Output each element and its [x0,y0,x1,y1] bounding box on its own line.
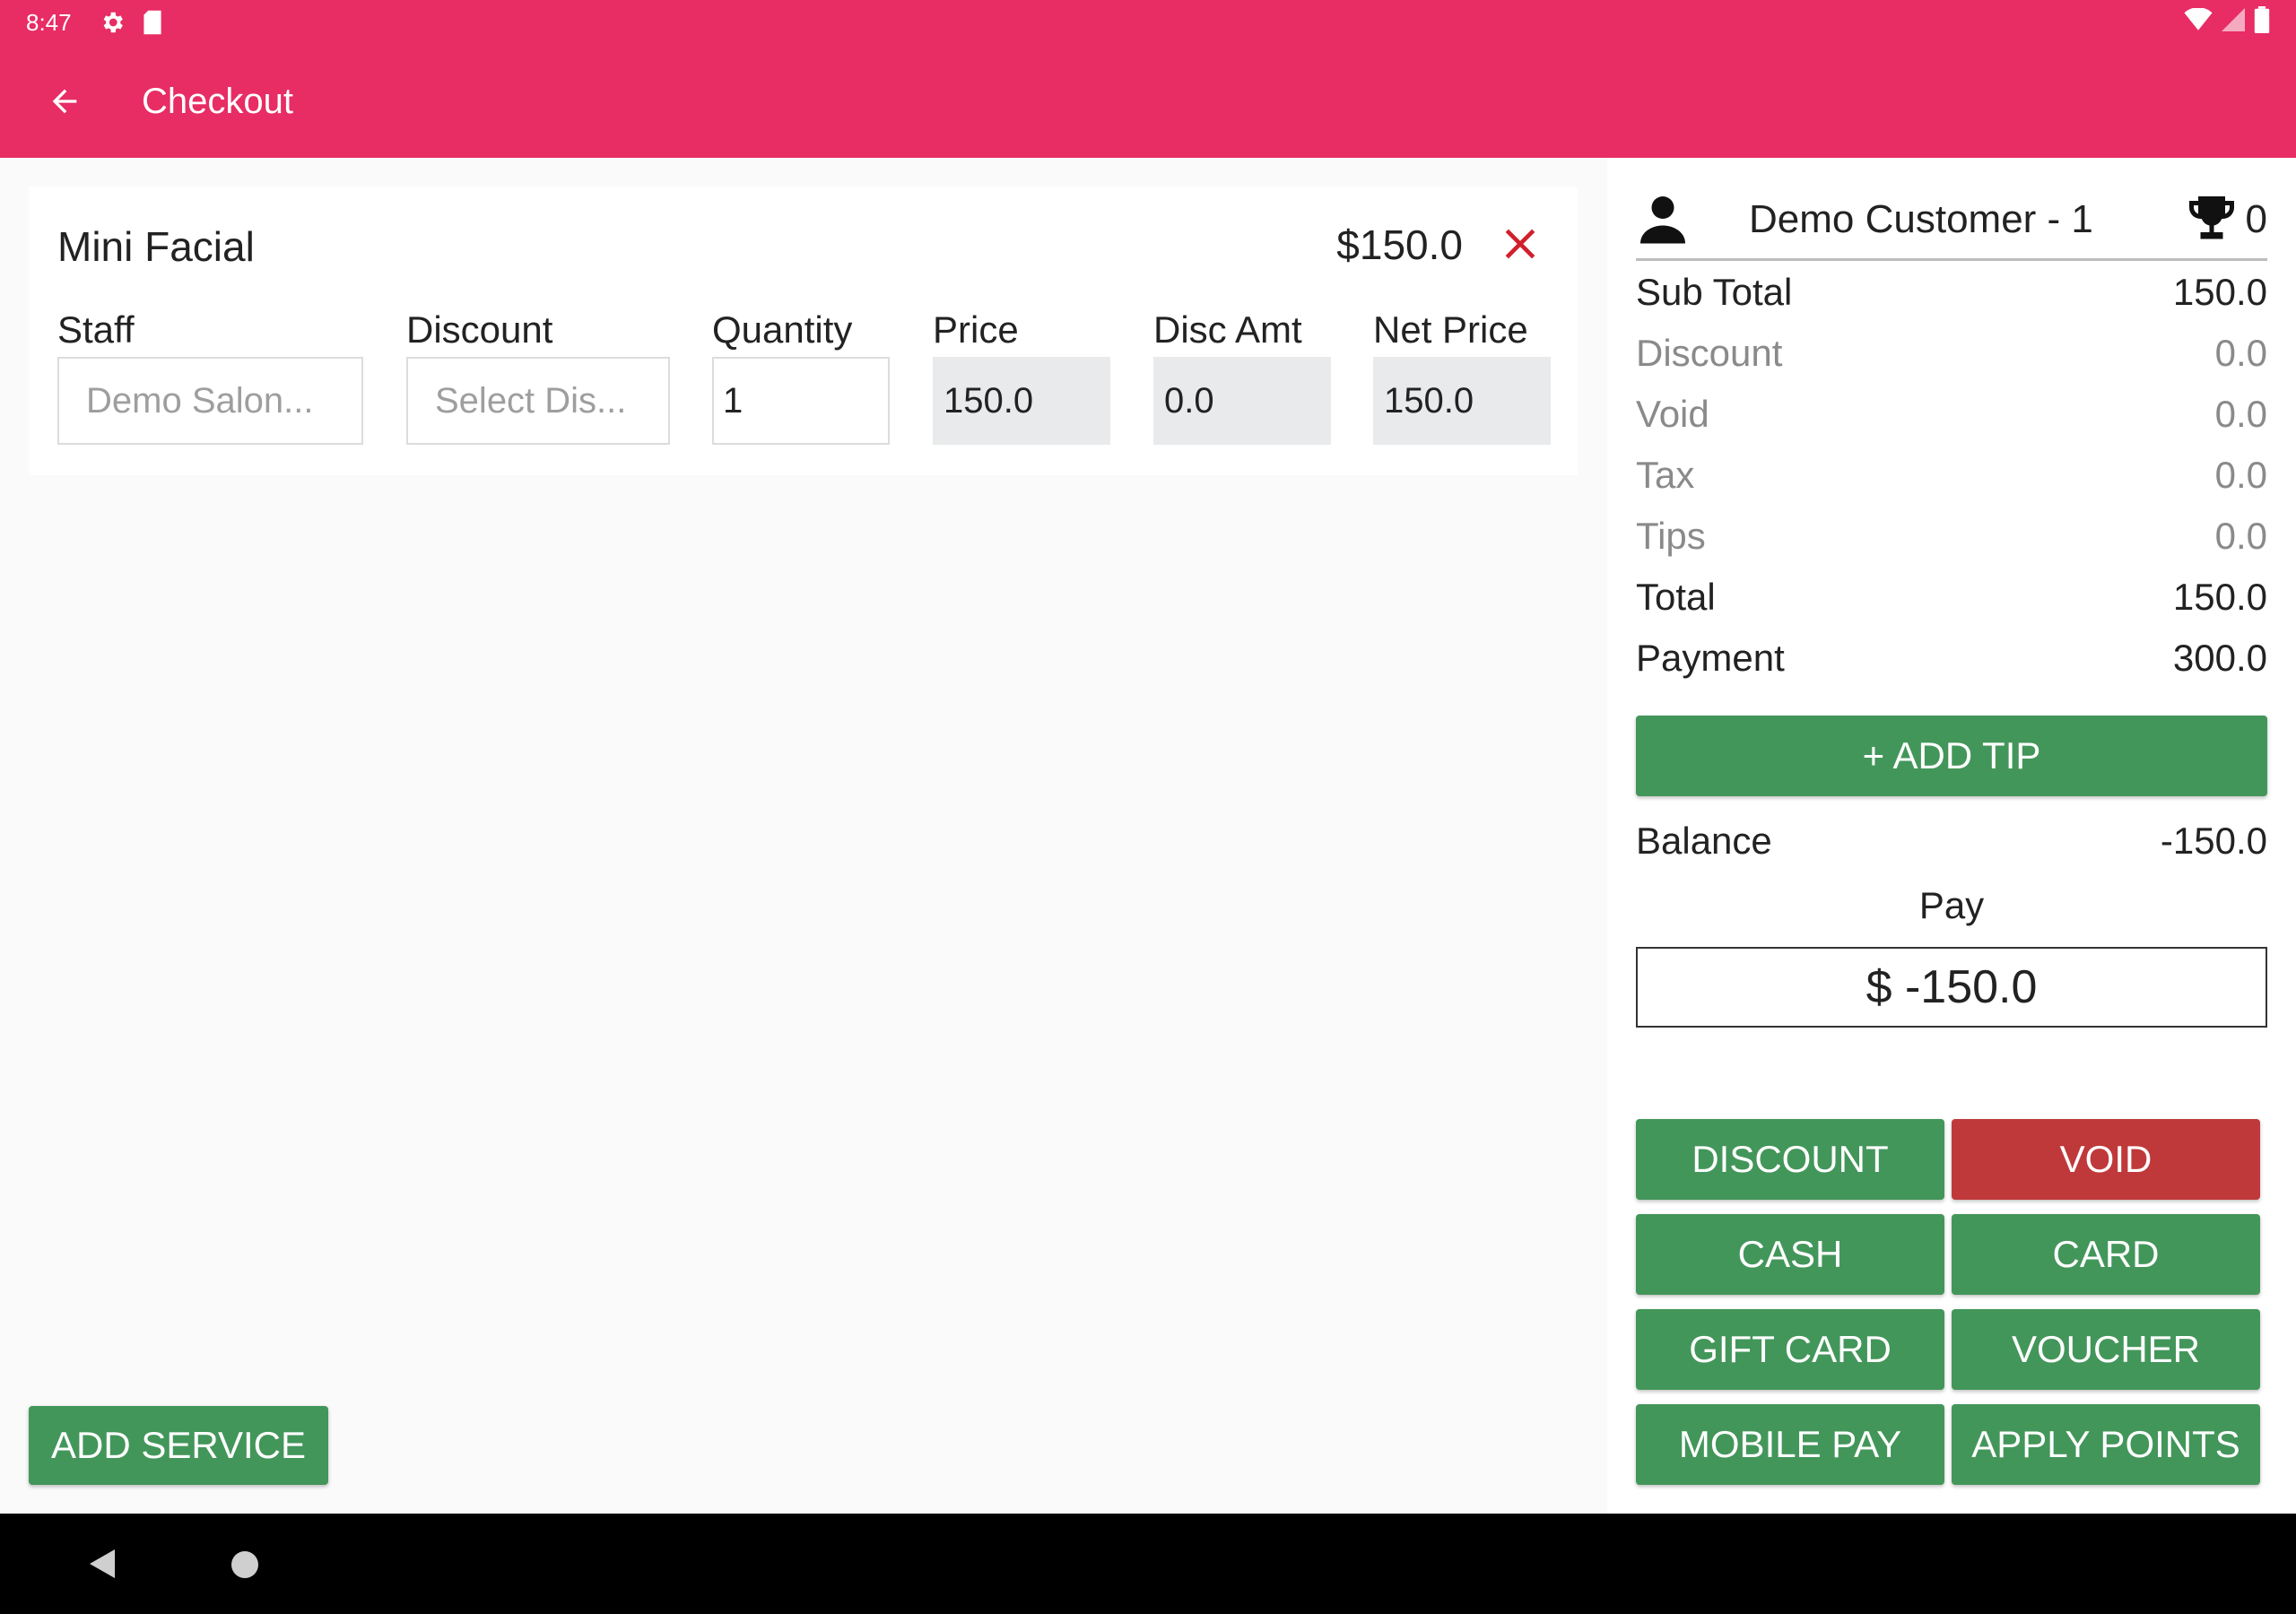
nav-home-button[interactable] [231,1551,258,1578]
apply-points-button[interactable]: APPLY POINTS [1952,1404,2260,1485]
tips-label: Tips [1636,515,1706,557]
payment-row: Payment 300.0 [1636,637,2267,690]
service-price: $150.0 [1336,221,1463,268]
sd-card-icon [142,9,163,36]
balance-row: Balance -150.0 [1636,820,2267,873]
total-label: Total [1636,576,1716,618]
disc-amt-label: Disc Amt [1153,308,1302,351]
add-tip-button[interactable]: + ADD TIP [1636,716,2267,796]
disc-amt-field: 0.0 [1153,357,1331,445]
void-button[interactable]: VOID [1952,1119,2260,1200]
gift-card-button[interactable]: GIFT CARD [1636,1309,1944,1390]
payment-value: 300.0 [2172,637,2267,679]
add-service-button[interactable]: ADD SERVICE [29,1406,328,1485]
checkout-screen: 8:47 Checkout Mini Facial $150.0 Staff D… [0,0,2296,1614]
remove-service-button[interactable] [1495,219,1545,269]
mobile-pay-button[interactable]: MOBILE PAY [1636,1404,1944,1485]
voucher-button[interactable]: VOUCHER [1952,1309,2260,1390]
divider [1636,258,2267,261]
app-bar: Checkout [0,45,2296,158]
service-list-pane: Mini Facial $150.0 Staff Discount Quanti… [0,158,1605,1514]
page-title: Checkout [142,81,293,121]
discount-row: Discount 0.0 [1636,332,2267,386]
void-label: Void [1636,393,1709,435]
discount-label: Discount [406,308,553,351]
discount-summary-label: Discount [1636,332,1783,374]
void-row: Void 0.0 [1636,393,2267,447]
net-price-label: Net Price [1373,308,1528,351]
service-name: Mini Facial [57,223,255,270]
pay-label: Pay [1918,884,1985,926]
arrow-back-icon [52,89,77,114]
total-row: Total 150.0 [1636,576,2267,629]
status-bar: 8:47 [0,0,2296,45]
tax-label: Tax [1636,454,1695,496]
customer-name: Demo Customer - 1 [1749,197,2093,241]
price-label: Price [933,308,1019,351]
settings-icon [99,9,126,36]
tips-row: Tips 0.0 [1636,515,2267,568]
sub-total-label: Sub Total [1636,271,1793,313]
discount-value: 0.0 [2214,332,2267,374]
price-field: 150.0 [933,357,1110,445]
service-card: Mini Facial $150.0 Staff Discount Quanti… [29,187,1578,475]
tax-row: Tax 0.0 [1636,454,2267,508]
pay-amount-input[interactable]: $ -150.0 [1636,947,2267,1028]
trophy-icon [2189,196,2234,239]
payment-label: Payment [1636,637,1785,679]
system-nav-bar [0,1514,2296,1614]
net-price-field: 150.0 [1373,357,1551,445]
quantity-input[interactable]: 1 [712,357,890,445]
staff-select[interactable]: Demo Salon... [57,357,363,445]
checkout-summary-pane: Demo Customer - 1 0 Sub Total 150.0 Disc… [1607,158,2296,1514]
person-icon [1640,196,1685,244]
tips-value: 0.0 [2214,515,2267,557]
discount-button[interactable]: DISCOUNT [1636,1119,1944,1200]
total-value: 150.0 [2172,576,2267,618]
customer-row: Demo Customer - 1 0 [1636,190,2267,253]
balance-value: -150.0 [2160,820,2267,862]
staff-label: Staff [57,308,135,351]
sub-total-row: Sub Total 150.0 [1636,271,2267,325]
quantity-label: Quantity [712,308,853,351]
discount-select[interactable]: Select Dis... [406,357,670,445]
signal-icon [2222,7,2245,38]
card-button[interactable]: CARD [1952,1214,2260,1295]
void-value: 0.0 [2214,393,2267,435]
sub-total-value: 150.0 [2172,271,2267,313]
cash-button[interactable]: CASH [1636,1214,1944,1295]
back-button[interactable] [29,65,100,137]
loyalty-points: 0 [2245,197,2267,241]
nav-back-icon[interactable] [83,1546,118,1582]
balance-label: Balance [1636,820,1772,862]
wifi-icon [2184,6,2213,38]
tax-value: 0.0 [2214,454,2267,496]
battery-icon [2254,5,2270,39]
close-icon [1505,229,1535,259]
status-time: 8:47 [26,8,72,36]
